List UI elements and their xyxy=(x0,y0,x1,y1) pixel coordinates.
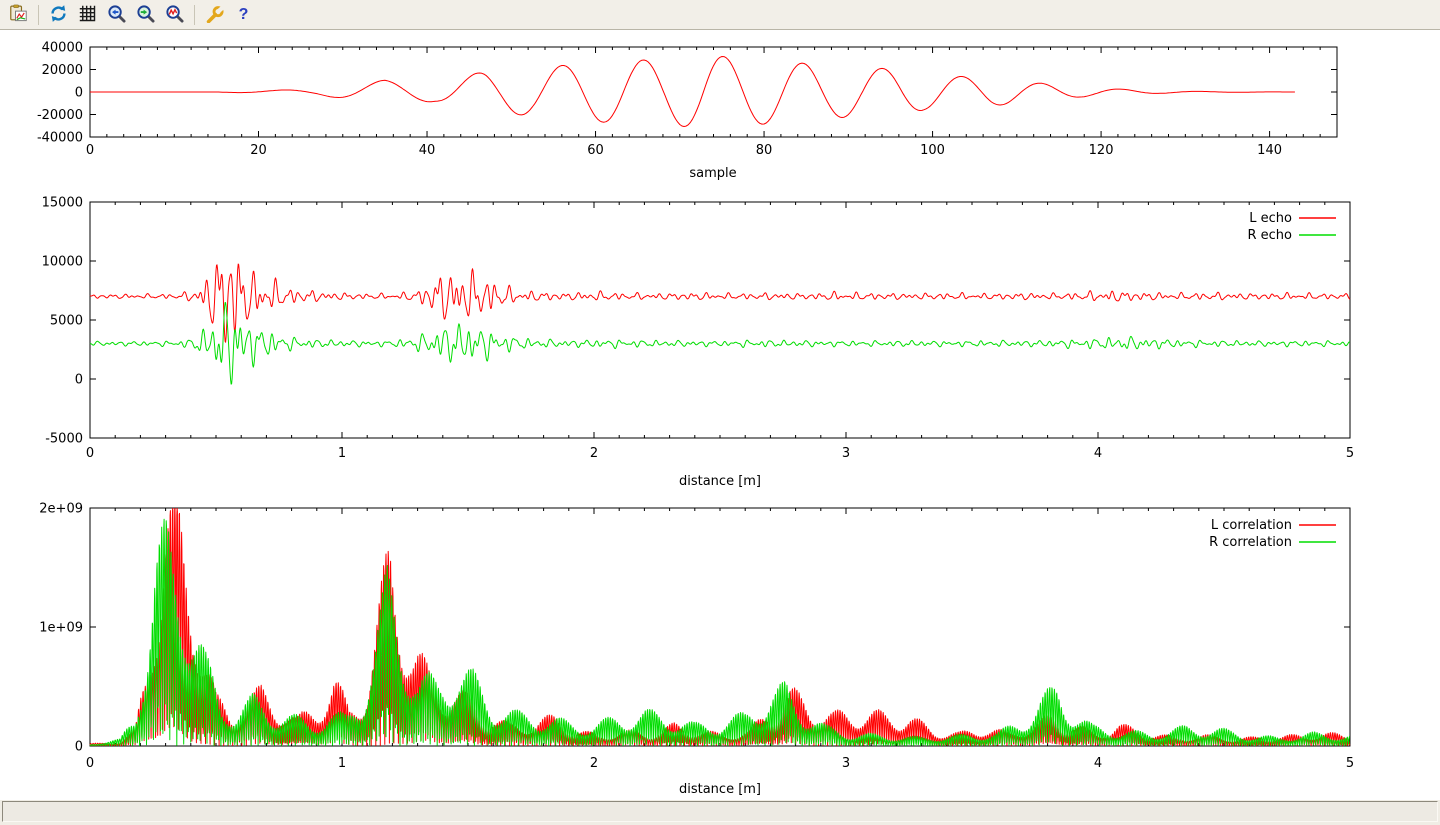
legend-label: R echo xyxy=(1247,228,1292,243)
x-tick-label: 2 xyxy=(590,756,598,771)
apply-zoom-button[interactable] xyxy=(161,2,188,28)
y-tick-label: -20000 xyxy=(37,108,83,123)
configure-button[interactable] xyxy=(201,2,228,28)
plot-frame xyxy=(90,202,1350,438)
clipboard-chart-icon xyxy=(9,4,28,26)
gnuplot-window: ? 020406080100120140-40000-2000002000040… xyxy=(0,0,1440,825)
y-tick-label: 10000 xyxy=(42,255,83,270)
toolbar-separator xyxy=(194,5,195,25)
help-button[interactable]: ? xyxy=(230,2,257,28)
toolbar-separator xyxy=(38,5,39,25)
plot-canvas[interactable]: 020406080100120140-40000-200000200004000… xyxy=(0,30,1440,800)
x-tick-label: 1 xyxy=(338,446,346,461)
x-tick-label: 3 xyxy=(842,446,850,461)
curve-r-echo xyxy=(90,303,1350,385)
x-tick-label: 0 xyxy=(86,446,94,461)
refresh-arrows-icon xyxy=(49,4,68,26)
plot-area: 020406080100120140-40000-200000200004000… xyxy=(0,30,1440,800)
x-tick-label: 0 xyxy=(86,756,94,771)
x-tick-label: 100 xyxy=(920,143,945,158)
x-tick-label: 140 xyxy=(1257,143,1282,158)
status-bar xyxy=(2,801,1438,822)
wrench-icon xyxy=(205,4,224,26)
x-tick-label: 2 xyxy=(590,446,598,461)
grid-icon xyxy=(78,4,97,26)
y-tick-label: 0 xyxy=(75,373,83,388)
y-tick-label: 20000 xyxy=(42,63,83,78)
zoom-previous-button[interactable] xyxy=(103,2,130,28)
legend-label: L correlation xyxy=(1211,518,1292,533)
y-tick-label: -5000 xyxy=(45,432,83,447)
x-tick-label: 4 xyxy=(1094,756,1102,771)
x-tick-label: 5 xyxy=(1346,756,1354,771)
y-tick-label: 2e+09 xyxy=(39,502,83,517)
legend-label: R correlation xyxy=(1209,535,1292,550)
curve-pulse xyxy=(90,57,1295,127)
x-tick-label: 120 xyxy=(1089,143,1114,158)
question-mark-icon: ? xyxy=(239,7,249,23)
curve-r-correlation xyxy=(90,519,1350,745)
magnifier-left-arrow-icon xyxy=(107,4,126,26)
copy-plot-button[interactable] xyxy=(5,2,32,28)
y-tick-label: 5000 xyxy=(50,314,83,329)
x-tick-label: 4 xyxy=(1094,446,1102,461)
x-tick-label: 0 xyxy=(86,143,94,158)
x-tick-label: 1 xyxy=(338,756,346,771)
x-axis-label: sample xyxy=(689,166,736,181)
y-tick-label: 0 xyxy=(75,740,83,755)
zoom-next-button[interactable] xyxy=(132,2,159,28)
grid-toggle-button[interactable] xyxy=(74,2,101,28)
magnifier-right-arrow-icon xyxy=(136,4,155,26)
legend-label: L echo xyxy=(1249,211,1292,226)
x-tick-label: 20 xyxy=(250,143,267,158)
y-tick-label: 15000 xyxy=(42,196,83,211)
x-axis-label: distance [m] xyxy=(679,782,761,797)
x-tick-label: 60 xyxy=(587,143,604,158)
toolbar: ? xyxy=(0,0,1440,30)
curve-l-correlation xyxy=(90,509,1350,746)
y-tick-label: -40000 xyxy=(37,131,83,146)
magnifier-plot-icon xyxy=(165,4,184,26)
replot-button[interactable] xyxy=(45,2,72,28)
y-tick-label: 40000 xyxy=(42,41,83,56)
y-tick-label: 0 xyxy=(75,86,83,101)
x-tick-label: 5 xyxy=(1346,446,1354,461)
x-tick-label: 80 xyxy=(756,143,773,158)
x-tick-label: 3 xyxy=(842,756,850,771)
plot-frame xyxy=(90,508,1350,746)
plot-frame xyxy=(90,47,1337,137)
x-tick-label: 40 xyxy=(419,143,436,158)
curve-l-echo xyxy=(90,264,1350,342)
x-axis-label: distance [m] xyxy=(679,474,761,489)
y-tick-label: 1e+09 xyxy=(39,621,83,636)
